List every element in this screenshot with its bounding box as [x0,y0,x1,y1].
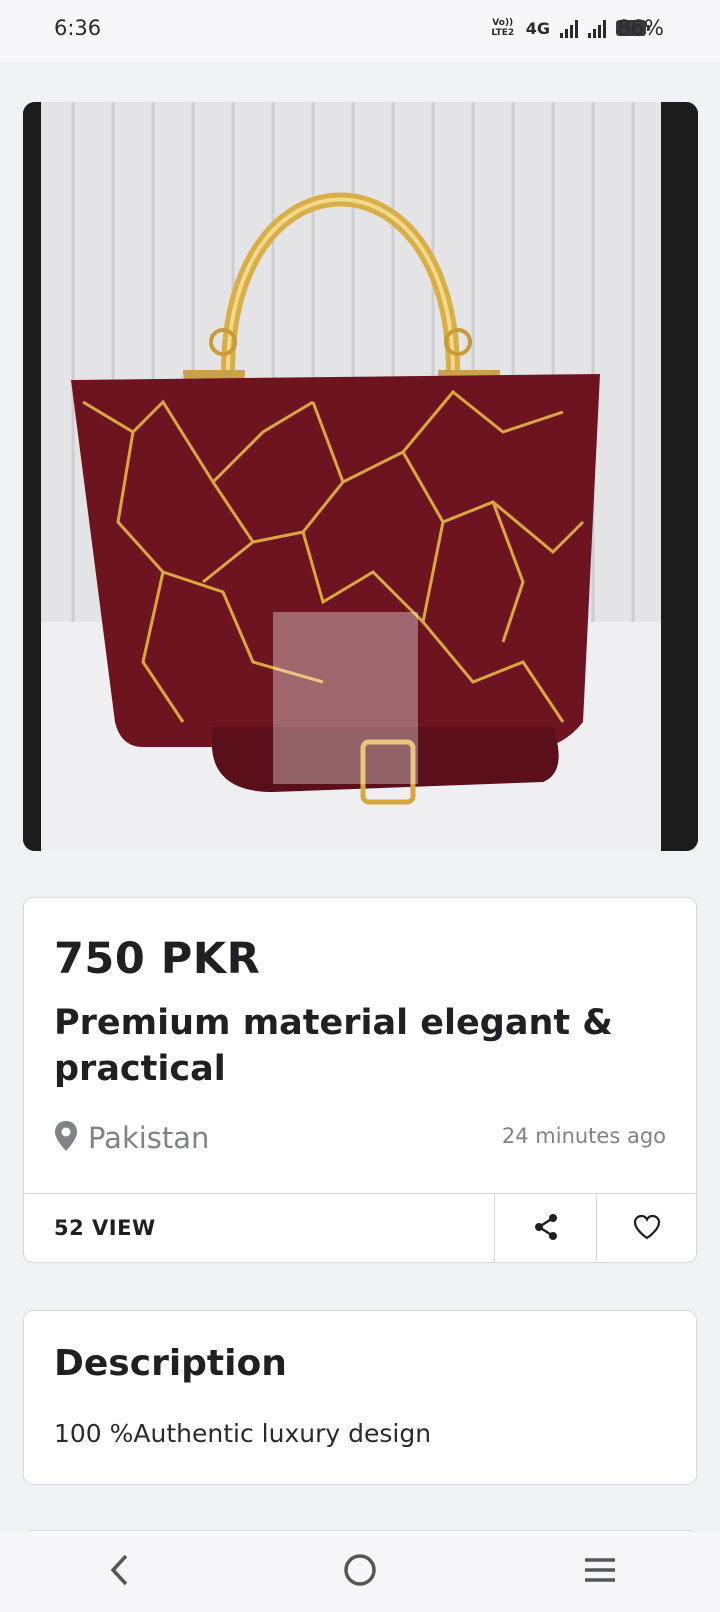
status-time: 6:36 [54,16,102,40]
posted-time: 24 minutes ago [501,1124,666,1148]
product-title: Premium material elegant & practical [54,1003,613,1089]
back-icon [108,1553,132,1591]
share-icon [531,1212,561,1246]
product-info-card: 750 PKR Premium material elegant & pract… [23,897,697,1263]
menu-button[interactable] [560,1542,640,1602]
volte-indicator: Vo)) LTE2 [491,18,515,38]
product-price: 750 PKR [54,934,261,984]
map-pin-icon [54,1120,78,1156]
signal-icon-2 [588,18,606,38]
favorite-button[interactable] [597,1194,697,1263]
back-button[interactable] [80,1542,160,1602]
heart-icon [632,1213,662,1245]
description-heading: Description [54,1343,287,1384]
location-text: Pakistan [88,1121,210,1155]
menu-icon [583,1556,617,1588]
home-button[interactable] [320,1542,400,1602]
description-text: 100 %Authentic luxury design [54,1419,432,1448]
home-icon [343,1553,377,1591]
status-bar: 6:36 Vo)) LTE2 4G 86% [0,0,720,62]
share-button[interactable] [495,1194,596,1263]
product-location: Pakistan [54,1120,209,1156]
description-card: Description 100 %Authentic luxury design [23,1310,697,1485]
network-type: 4G [525,18,550,38]
battery-percent: 86% [617,16,664,40]
view-count: 52 VIEW [54,1216,156,1240]
signal-icon [560,18,578,38]
system-nav-bar [0,1532,720,1612]
product-image[interactable] [23,102,698,851]
